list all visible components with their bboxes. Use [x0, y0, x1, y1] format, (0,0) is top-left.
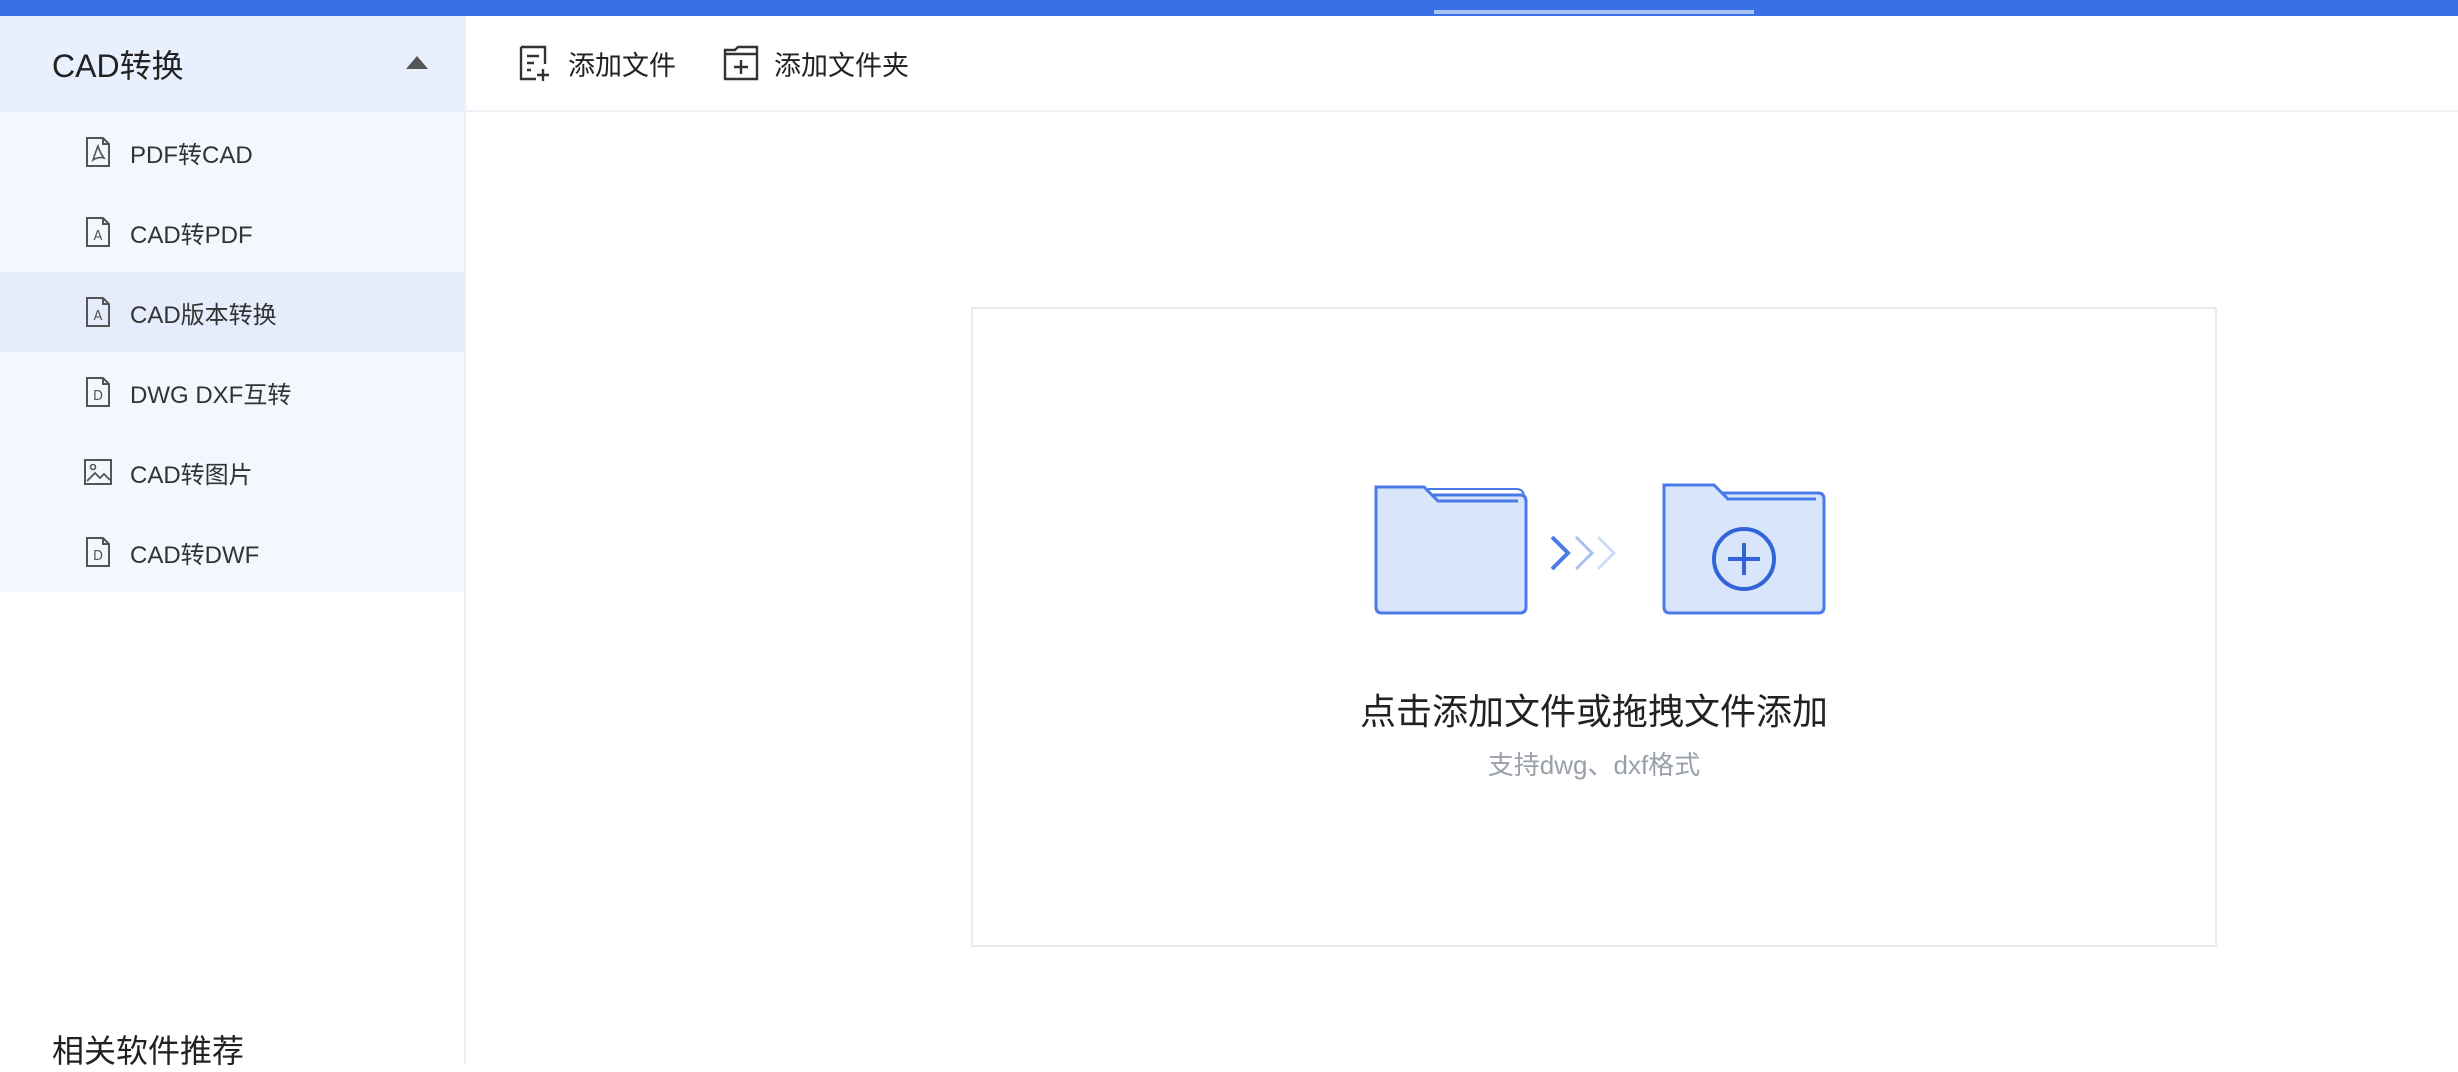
add-file-label: 添加文件 [568, 50, 676, 81]
sidebar-item-cad-to-image[interactable]: CAD转图片 [0, 432, 464, 512]
svg-text:D: D [93, 389, 103, 404]
toolbar: 添加文件 添加文件夹 [466, 16, 2458, 112]
add-file-icon [519, 45, 549, 81]
add-folder-button[interactable]: 添加文件夹 [722, 44, 909, 83]
drop-illustration [1374, 483, 1826, 615]
d-file-icon: D [84, 376, 112, 408]
folder-icon [1374, 485, 1528, 615]
add-folder-label: 添加文件夹 [774, 50, 909, 81]
caret-up-icon[interactable] [406, 56, 428, 69]
sidebar-list: PDF转CAD A CAD转PDF A CAD版本转换 D DWG DXF互转 … [0, 112, 464, 592]
sidebar-item-label: DWG DXF互转 [130, 381, 292, 409]
svg-text:D: D [93, 549, 103, 564]
drop-zone-title: 点击添加文件或拖拽文件添加 [1359, 691, 1828, 732]
svg-text:A: A [94, 229, 103, 244]
window-top-bar [0, 0, 2458, 16]
add-folder-icon [723, 45, 759, 81]
folder-add-icon [1662, 483, 1826, 615]
sidebar-item-pdf-to-cad[interactable]: PDF转CAD [0, 112, 464, 192]
image-icon [84, 456, 112, 488]
sidebar: CAD转换 PDF转CAD A CAD转PDF A CAD版本转换 D DWG [0, 16, 466, 1069]
sidebar-item-label: CAD转DWF [130, 541, 260, 569]
active-tab-indicator [1434, 10, 1754, 14]
sidebar-item-label: CAD转PDF [130, 221, 253, 249]
drop-zone-subtitle: 支持dwg、dxf格式 [1487, 750, 1701, 780]
d-file-icon: D [84, 536, 112, 568]
a-file-icon: A [84, 296, 112, 328]
sidebar-item-cad-to-pdf[interactable]: A CAD转PDF [0, 192, 464, 272]
sidebar-group-title: CAD转换 [52, 48, 184, 84]
sidebar-item-dwg-dxf-convert[interactable]: D DWG DXF互转 [0, 352, 464, 432]
sidebar-item-label: CAD转图片 [130, 461, 253, 489]
sidebar-item-label: PDF转CAD [130, 141, 253, 169]
pdf-file-icon [84, 136, 112, 168]
sidebar-item-label: CAD版本转换 [130, 301, 277, 329]
arrow-chevrons-icon [1550, 535, 1617, 571]
a-file-icon: A [84, 216, 112, 248]
add-file-button[interactable]: 添加文件 [516, 44, 676, 83]
svg-text:A: A [94, 309, 103, 324]
sidebar-item-cad-to-dwf[interactable]: D CAD转DWF [0, 512, 464, 592]
sidebar-item-cad-version-convert[interactable]: A CAD版本转换 [0, 272, 464, 352]
file-drop-zone[interactable]: 点击添加文件或拖拽文件添加 支持dwg、dxf格式 [971, 307, 2217, 947]
related-software-title: 相关软件推荐 [52, 1033, 245, 1069]
sidebar-group-cad-convert[interactable]: CAD转换 [0, 16, 464, 112]
